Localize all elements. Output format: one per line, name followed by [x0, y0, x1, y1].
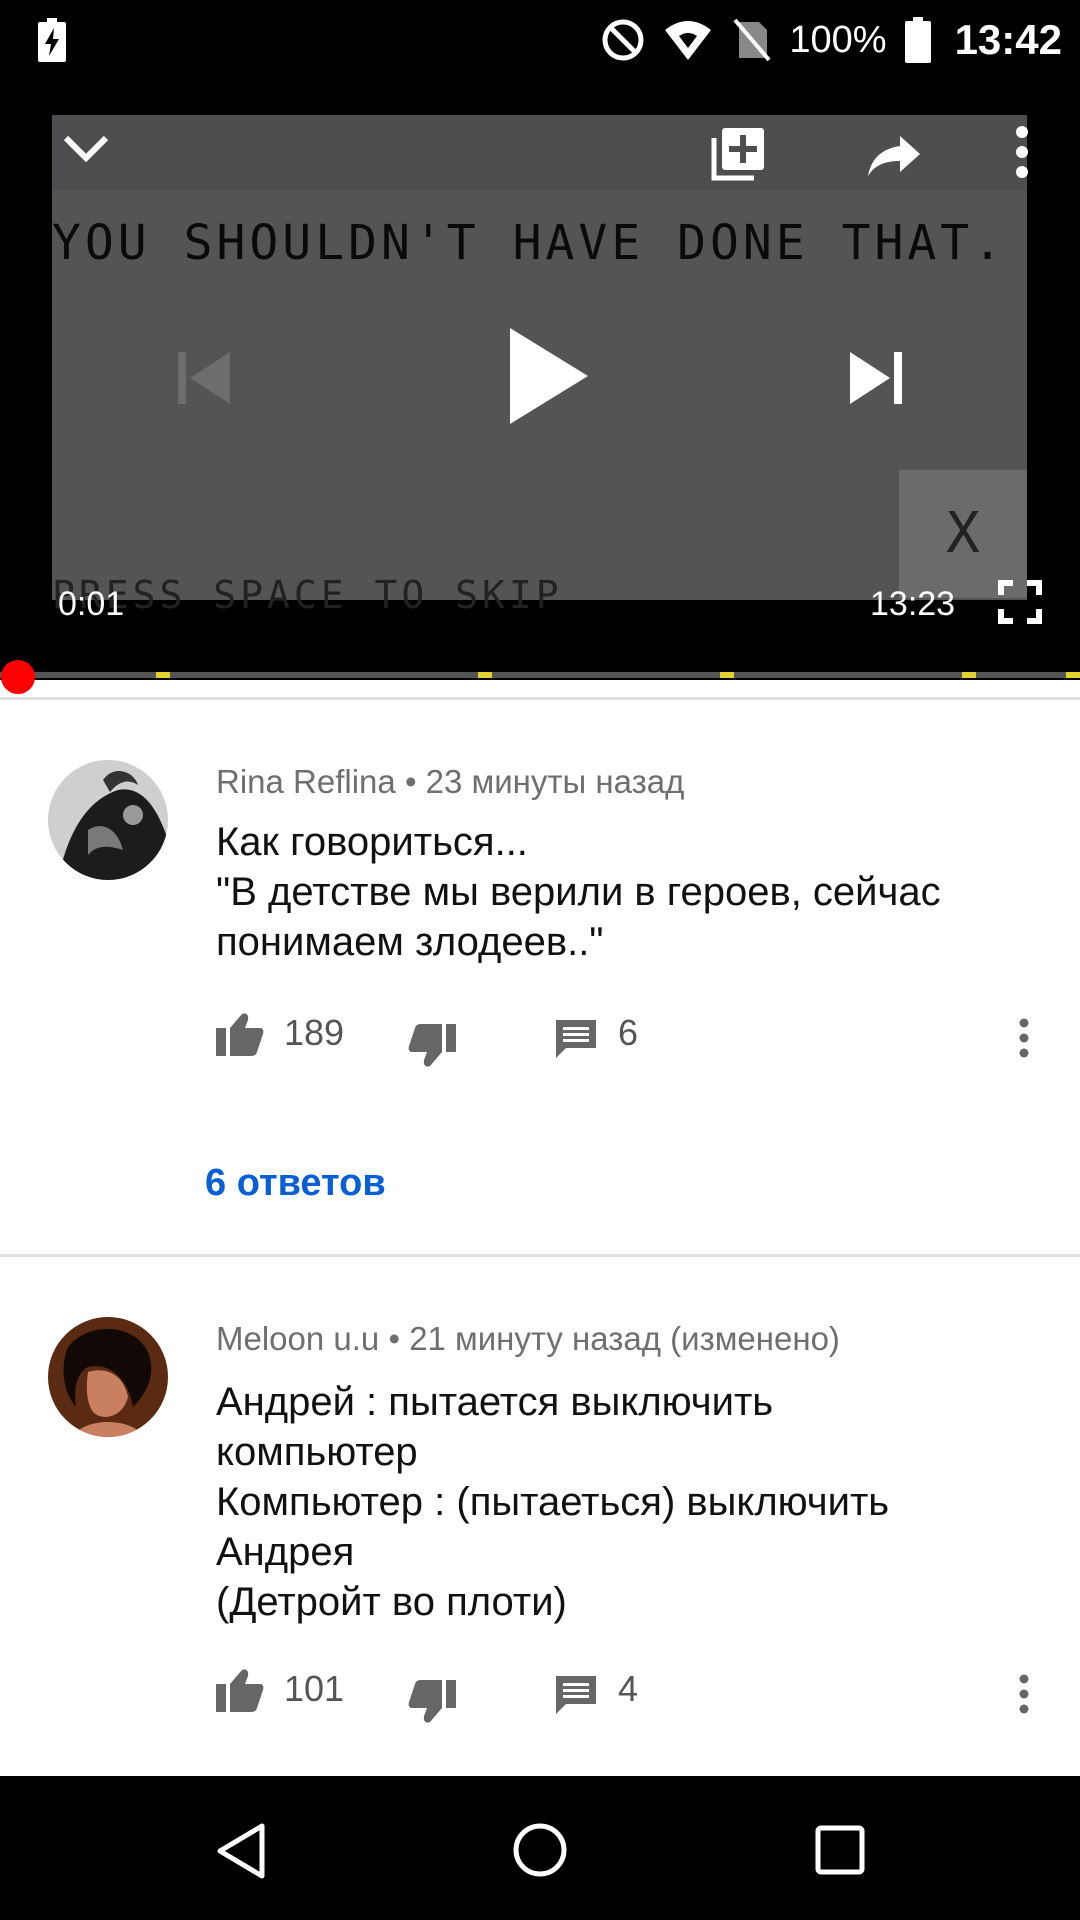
- game-title-text: YOU SHOULDN'T HAVE DONE THAT.: [52, 215, 1007, 271]
- progress-track[interactable]: [0, 672, 1080, 678]
- comment-time: 21 минуту назад (изменено): [409, 1320, 840, 1357]
- progress-scrubber[interactable]: [1, 660, 36, 694]
- minimize-chevron-icon[interactable]: [62, 132, 110, 164]
- comment-text: Андрей : пытается выключить компьютер Ко…: [216, 1377, 1036, 1627]
- thumbs-up-icon[interactable]: [216, 1668, 264, 1712]
- comment-meta: Rina Reflina • 23 минуты назад: [216, 763, 684, 801]
- thumbs-up-icon[interactable]: [216, 1012, 264, 1056]
- recents-icon[interactable]: [814, 1824, 866, 1876]
- comment-author[interactable]: Rina Reflina: [216, 763, 396, 800]
- divider: [0, 697, 1080, 700]
- play-icon[interactable]: [508, 326, 590, 426]
- wifi-icon: [665, 21, 712, 60]
- next-icon[interactable]: [848, 350, 904, 406]
- thumbs-down-icon[interactable]: [408, 1680, 456, 1724]
- thumbs-down-icon[interactable]: [408, 1024, 456, 1068]
- reply-icon[interactable]: [554, 1018, 598, 1060]
- current-time: 0:01: [58, 585, 125, 623]
- comment-line: (Детройт во плоти): [216, 1580, 567, 1624]
- comment-actions: 189 6: [216, 1006, 1056, 1068]
- avatar[interactable]: [48, 760, 168, 880]
- game-skip-hint: PRESS SPACE TO SKIP: [52, 573, 563, 617]
- comment-author[interactable]: Meloon u.u: [216, 1320, 379, 1357]
- chapter-marker: [962, 672, 976, 678]
- comment-text: Как говориться... "В детстве мы верили в…: [216, 817, 1036, 967]
- status-bar: 100% 13:42: [0, 0, 1080, 80]
- battery-full-icon: [904, 17, 931, 63]
- like-count: 101: [284, 1668, 345, 1709]
- home-icon[interactable]: [512, 1822, 568, 1878]
- previous-icon: [178, 352, 230, 404]
- reply-count: 4: [618, 1668, 639, 1709]
- meta-separator: •: [388, 1320, 410, 1357]
- comment-time: 23 минуты назад: [425, 763, 685, 800]
- back-icon[interactable]: [214, 1822, 268, 1880]
- comment-more-icon[interactable]: [1018, 1018, 1030, 1058]
- video-duration: 13:23: [870, 585, 956, 623]
- comment-meta: Meloon u.u • 21 минуту назад (изменено): [216, 1320, 840, 1358]
- more-vert-icon[interactable]: [1012, 124, 1032, 180]
- battery-percent: 100%: [789, 18, 887, 61]
- battery-charging-icon: [38, 18, 66, 62]
- chapter-marker: [1066, 672, 1080, 678]
- comment-actions: 101 4: [216, 1662, 1056, 1724]
- game-close-glyph: X: [946, 501, 980, 566]
- like-count: 189: [284, 1012, 345, 1053]
- chapter-marker: [720, 672, 734, 678]
- reply-icon[interactable]: [554, 1674, 598, 1716]
- status-clock: 13:42: [954, 16, 1062, 63]
- divider: [0, 1254, 1080, 1257]
- comment-line: Компьютер : (пытаеться) выключить: [216, 1480, 890, 1524]
- chapter-marker: [478, 672, 492, 678]
- comment-line: Андрей : пытается выключить: [216, 1380, 774, 1424]
- comment-more-icon[interactable]: [1018, 1674, 1030, 1714]
- comment-line: Как говориться...: [216, 820, 528, 864]
- comment-line: понимаем злодеев..": [216, 920, 604, 964]
- avatar[interactable]: [48, 1317, 168, 1437]
- do-not-disturb-icon: [602, 19, 644, 61]
- comment-line: Андрея: [216, 1530, 355, 1574]
- add-to-playlist-icon[interactable]: [708, 124, 768, 184]
- view-replies-link[interactable]: 6 ответов: [205, 1162, 386, 1205]
- share-icon[interactable]: [866, 132, 922, 178]
- game-close-box: X: [899, 470, 1027, 598]
- meta-separator: •: [404, 763, 426, 800]
- no-sim-icon: [733, 18, 771, 62]
- navigation-bar: [0, 1776, 1080, 1920]
- fullscreen-icon[interactable]: [998, 580, 1042, 624]
- chapter-marker: [156, 672, 170, 678]
- comment-line: компьютер: [216, 1430, 418, 1474]
- video-player[interactable]: YOU SHOULDN'T HAVE DONE THAT. PRESS SPAC…: [0, 80, 1080, 694]
- comment-line: "В детстве мы верили в героев, сейчас: [216, 870, 941, 914]
- reply-count: 6: [618, 1012, 639, 1053]
